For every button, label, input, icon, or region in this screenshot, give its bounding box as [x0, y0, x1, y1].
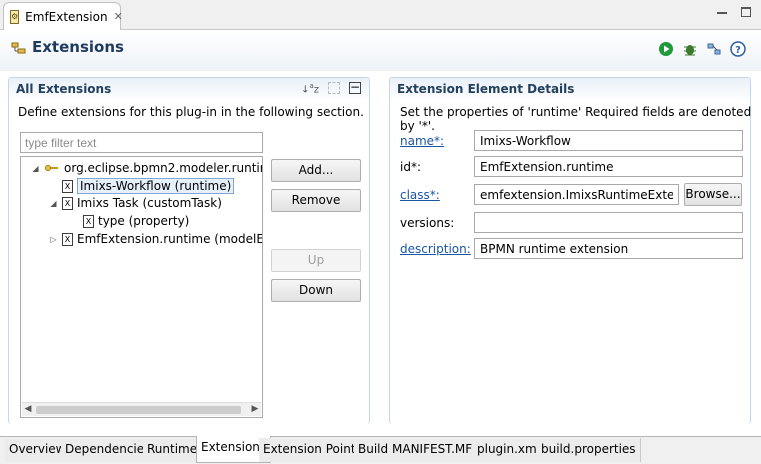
name-field[interactable]: [474, 130, 743, 151]
run-icon[interactable]: [657, 40, 675, 58]
tree-item-label: org.eclipse.bpmn2.modeler.runtime: [64, 161, 263, 175]
xml-element-icon: X: [62, 232, 73, 246]
tab-manifest[interactable]: MANIFEST.MF: [388, 438, 478, 462]
tree-item-label: Imixs-Workflow (runtime): [77, 178, 235, 194]
scroll-left-icon[interactable]: ◀: [22, 403, 34, 416]
details-description: Set the properties of 'runtime' Required…: [400, 105, 752, 133]
all-extensions-description: Define extensions for this plug-in in th…: [18, 105, 364, 119]
tab-extension-points[interactable]: Extension Points: [259, 438, 367, 462]
page-header: Extensions ?: [0, 31, 761, 71]
tab-build-properties[interactable]: build.properties: [537, 438, 641, 462]
tree-item[interactable]: ◢ X Imixs Task (customTask): [49, 194, 222, 212]
extensions-icon: [11, 42, 26, 54]
class-field[interactable]: [474, 184, 679, 205]
editor-tab-title: EmfExtension: [25, 9, 108, 24]
expand-icon[interactable]: ◢: [31, 164, 40, 173]
editor-tabbar: ⚙ EmfExtension ✕: [0, 0, 761, 30]
id-label: id*:: [400, 160, 421, 174]
class-label[interactable]: class*:: [400, 188, 440, 202]
maximize-icon[interactable]: [741, 7, 751, 17]
description-label[interactable]: description:: [400, 242, 471, 256]
tree-item[interactable]: X type (property): [70, 212, 189, 230]
page-title: Extensions: [32, 38, 124, 56]
svg-text:?: ?: [735, 45, 741, 56]
filter-input[interactable]: [20, 132, 263, 153]
expand-icon[interactable]: ▷: [49, 235, 58, 244]
description-field[interactable]: [474, 238, 743, 259]
tree-item[interactable]: ◢ org.eclipse.bpmn2.modeler.runtime: [31, 159, 263, 177]
tree-item[interactable]: ▷ X EmfExtension.runtime (modelEna: [49, 230, 263, 248]
sort-icon[interactable]: ↓az: [301, 82, 319, 95]
tree-item[interactable]: X Imixs-Workflow (runtime): [49, 177, 235, 195]
collapse-disabled-icon: [328, 82, 340, 94]
editor-page-tabs: Overview Dependencies Runtime Extensions…: [0, 436, 761, 464]
tree-item-label: EmfExtension.runtime (modelEna: [77, 232, 263, 246]
extension-point-icon: [45, 165, 58, 171]
extensions-tree[interactable]: ◢ org.eclipse.bpmn2.modeler.runtime X Im…: [20, 156, 263, 418]
expand-icon[interactable]: ◢: [49, 199, 58, 208]
section-toolbar: ↓az −: [301, 81, 361, 95]
scroll-right-icon[interactable]: ▶: [249, 403, 261, 416]
name-label[interactable]: name*:: [400, 134, 444, 148]
plugin-manifest-icon: ⚙: [10, 9, 20, 24]
minimize-icon[interactable]: [717, 7, 727, 14]
tree-item-label: Imixs Task (customTask): [77, 196, 222, 210]
xml-element-icon: X: [62, 179, 73, 193]
versions-field[interactable]: [474, 212, 743, 233]
xml-element-icon: X: [62, 196, 73, 210]
tree-item-label: type (property): [98, 214, 190, 228]
editor-tab[interactable]: ⚙ EmfExtension ✕: [3, 2, 123, 30]
tab-runtime[interactable]: Runtime: [143, 438, 203, 462]
tab-plugin-xml[interactable]: plugin.xml: [473, 438, 546, 462]
page-toolbar: ?: [657, 40, 747, 58]
xml-element-icon: X: [83, 214, 94, 228]
help-icon[interactable]: ?: [729, 40, 747, 58]
scrollbar-thumb[interactable]: [36, 406, 241, 414]
up-button: Up: [271, 249, 361, 272]
details-title: Extension Element Details: [390, 78, 750, 100]
remove-button[interactable]: Remove: [271, 189, 361, 212]
collapse-all-icon[interactable]: −: [349, 81, 361, 94]
export-icon[interactable]: [705, 40, 723, 58]
tab-dependencies[interactable]: Dependencies: [61, 438, 156, 462]
window-controls: [717, 7, 751, 17]
id-field[interactable]: [474, 156, 743, 177]
down-button[interactable]: Down: [271, 279, 361, 302]
close-icon[interactable]: ✕: [114, 10, 123, 23]
browse-button[interactable]: Browse...: [684, 183, 742, 206]
debug-icon[interactable]: [681, 40, 699, 58]
horizontal-scrollbar[interactable]: ◀ ▶: [22, 402, 261, 416]
add-button[interactable]: Add...: [271, 159, 361, 182]
versions-label: versions:: [400, 216, 455, 230]
